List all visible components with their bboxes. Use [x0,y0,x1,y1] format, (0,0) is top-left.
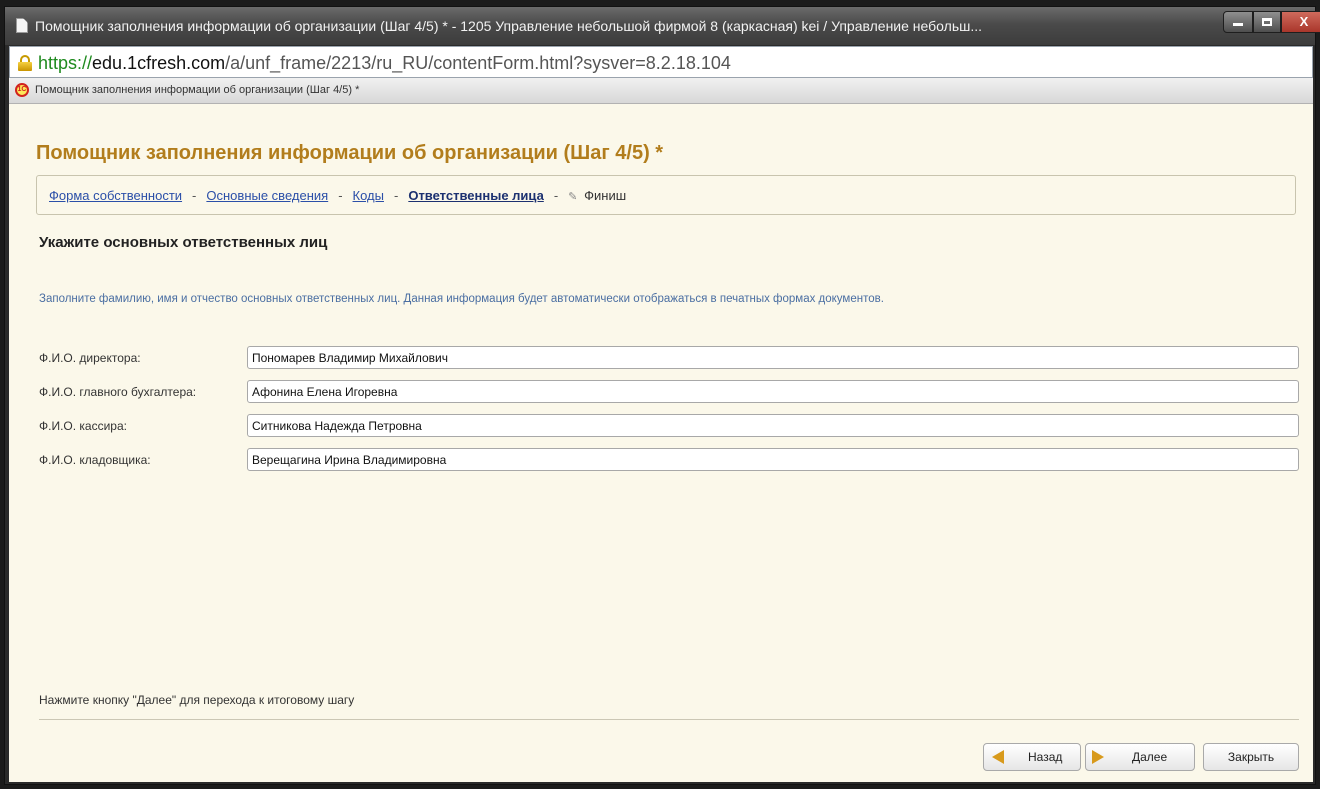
arrow-right-icon [1092,750,1104,764]
section-title: Укажите основных ответственных лиц [39,234,328,251]
back-button[interactable]: Назад [983,743,1081,771]
step-separator: - [553,188,559,203]
close-icon: X [1299,14,1309,29]
lock-icon [18,55,32,71]
director-label: Ф.И.О. директора: [39,351,141,365]
chief-accountant-label: Ф.И.О. главного бухгалтера: [39,385,197,399]
close-button[interactable]: Закрыть [1203,743,1299,771]
form-title: Помощник заполнения информации об органи… [36,142,664,164]
close-button-label: Закрыть [1227,750,1275,764]
footer-divider [39,719,1299,720]
cashier-label: Ф.И.О. кассира: [39,419,127,433]
minimize-icon [1233,23,1243,26]
maximize-icon [1262,18,1272,26]
storekeeper-label: Ф.И.О. кладовщика: [39,453,151,467]
footer-hint: Нажмите кнопку "Далее" для перехода к ит… [39,693,355,707]
hint-text: Заполните фамилию, имя и отчество основн… [39,293,884,305]
storekeeper-input[interactable] [247,448,1299,471]
cashier-input[interactable] [247,414,1299,437]
document-icon [16,18,28,33]
url-text[interactable]: https://edu.1cfresh.com/a/unf_frame/2213… [38,53,731,74]
tab-title[interactable]: Помощник заполнения информации об органи… [35,84,359,96]
steps-row: Форма собственности - Основные сведения - Ко… [49,188,626,203]
director-input[interactable] [247,346,1299,369]
back-button-label: Назад [1028,750,1063,764]
next-button[interactable]: Далее [1085,743,1195,771]
window-title: Помощник заполнения информации об органи… [35,18,983,34]
finish-flag-icon: ✎ [568,191,578,203]
url-path: /a/unf_frame/2213/ru_RU/contentForm.html… [225,53,731,73]
step-ownership-form[interactable]: Форма собственности [49,188,182,203]
url-scheme: https:// [38,53,93,73]
onec-logo-icon: 1С [15,83,29,97]
minimize-button[interactable] [1223,11,1253,33]
step-codes[interactable]: Коды [353,188,384,203]
title-bar: Помощник заполнения информации об органи… [5,7,1320,45]
close-window-button[interactable]: X [1281,11,1320,33]
chief-accountant-input[interactable] [247,380,1299,403]
form-tab-strip: 1С Помощник заполнения информации об орг… [9,78,1313,104]
url-host: edu.1cfresh.com [92,53,226,73]
browser-window: Помощник заполнения информации об органи… [4,6,1320,785]
form-content: Помощник заполнения информации об органи… [9,104,1313,782]
address-bar[interactable]: https://edu.1cfresh.com/a/unf_frame/2213… [9,46,1313,78]
arrow-left-icon [992,750,1004,764]
maximize-button[interactable] [1253,11,1281,33]
step-separator: - [393,188,399,203]
step-finish: Финиш [584,188,627,203]
step-responsible-persons[interactable]: Ответственные лица [408,188,543,203]
next-button-label: Далее [1132,750,1168,764]
step-separator: - [338,188,343,203]
wizard-steps: Форма собственности - Основные сведения - Ко… [36,175,1296,215]
step-basic-info[interactable]: Основные сведения [206,188,328,203]
step-separator: - [192,188,197,203]
